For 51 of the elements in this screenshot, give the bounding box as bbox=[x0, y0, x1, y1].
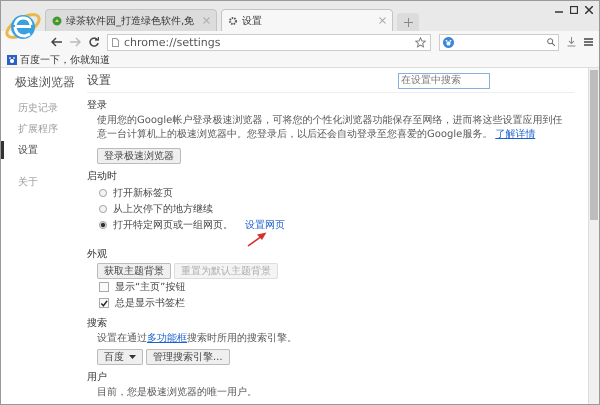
sign-in-button[interactable]: 登录极速浏览器 bbox=[97, 148, 181, 164]
star-icon[interactable] bbox=[415, 36, 426, 48]
maximize-icon[interactable] bbox=[570, 6, 578, 14]
checkbox-label: 显示“主页”按钮 bbox=[115, 280, 186, 294]
description-text: 设置在通过多功能框搜索时所用的搜索引擎。 bbox=[96, 332, 298, 346]
checkbox[interactable] bbox=[99, 282, 109, 292]
search-field[interactable]: 在设置中搜索 bbox=[398, 72, 490, 88]
arrow-annotation bbox=[247, 232, 267, 247]
option-label: 从上次停下的地方继续 bbox=[113, 202, 213, 216]
engine-dropdown[interactable]: 百度 bbox=[97, 348, 143, 364]
radio-button[interactable] bbox=[99, 221, 107, 229]
caret-icon bbox=[129, 354, 136, 358]
address-bar[interactable]: chrome://settings bbox=[107, 34, 431, 50]
set-pages-link[interactable]: 设置网页 bbox=[245, 218, 285, 232]
menu-icon[interactable] bbox=[584, 38, 593, 46]
tab-title: 设置 bbox=[242, 14, 263, 28]
option-label: 打开新标签页 bbox=[113, 186, 173, 200]
section-heading: 用户 bbox=[87, 370, 108, 384]
page-icon bbox=[112, 38, 119, 46]
theme-button[interactable]: 获取主题背景 bbox=[97, 263, 171, 279]
section-heading: 搜索 bbox=[87, 316, 108, 330]
bookmark-item[interactable]: 百度一下，你就知道 bbox=[7, 53, 110, 67]
sidebar-item[interactable]: 设置 bbox=[1, 141, 79, 159]
section-heading: 登录 bbox=[87, 99, 108, 112]
checkbox[interactable] bbox=[99, 298, 109, 308]
description-text: 目前，您是极速浏览器的唯一用户。 bbox=[97, 386, 257, 398]
paw-icon bbox=[443, 36, 454, 48]
page-title: 设置 bbox=[87, 72, 111, 89]
browser-tab[interactable]: 设置 bbox=[221, 9, 393, 31]
radio-button[interactable] bbox=[99, 189, 107, 197]
search-box[interactable] bbox=[439, 34, 559, 50]
sidebar-title: 极速浏览器 bbox=[14, 74, 76, 91]
close-icon[interactable] bbox=[585, 6, 593, 14]
section-heading: 外观 bbox=[87, 248, 108, 261]
plus-icon bbox=[404, 18, 412, 26]
download-icon[interactable] bbox=[567, 37, 576, 47]
learn-more-link[interactable]: 了解详情 bbox=[495, 128, 536, 140]
section-heading: 启动时 bbox=[87, 170, 118, 183]
manage-engines-button[interactable]: 管理搜索引擎... bbox=[146, 348, 230, 364]
checkbox-label: 总是显示书签栏 bbox=[115, 296, 185, 310]
option-label: 打开特定网页或一组网页。 bbox=[113, 218, 233, 232]
scrollbar-thumb[interactable] bbox=[590, 70, 598, 220]
new-tab-button[interactable] bbox=[397, 13, 419, 31]
description-text: 使用您的Google帐户登录极速浏览器，可将您的个性化浏览器功能保存至网络，进而将这些设置应用到任意一台计算机上的极速浏览器中。您登录后，以后还会自动登录至您喜爱的Google服务。 了解详情 bbox=[96, 114, 564, 141]
radio-button[interactable] bbox=[99, 205, 107, 213]
browser-tab[interactable]: 绿茶软件园_打造绿色软件,免 bbox=[45, 9, 217, 31]
tab-title: 绿茶软件园_打造绿色软件,免 bbox=[66, 14, 196, 28]
back-icon[interactable] bbox=[51, 37, 62, 47]
reload-icon[interactable] bbox=[89, 37, 99, 47]
omnibox-link[interactable]: 多功能框 bbox=[147, 333, 187, 344]
search-icon[interactable] bbox=[547, 38, 555, 46]
